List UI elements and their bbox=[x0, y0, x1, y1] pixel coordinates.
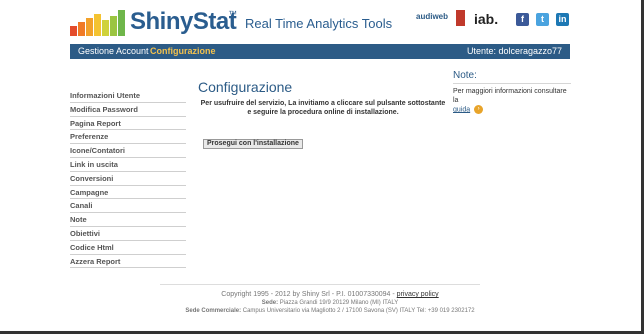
logo-bar bbox=[70, 26, 77, 36]
footer-copyright-line: Copyright 1995 - 2012 by Shiny Srl - P.I… bbox=[150, 290, 510, 299]
sidebar-item-informazioni-utente[interactable]: Informazioni Utente bbox=[70, 89, 186, 103]
guide-link[interactable]: guida bbox=[453, 106, 470, 113]
tagline: Real Time Analytics Tools bbox=[245, 16, 393, 31]
sidebar-item-codice-html[interactable]: Codice Html bbox=[70, 241, 186, 255]
tab-gestione-account[interactable]: Gestione Account bbox=[78, 45, 149, 58]
proceed-installation-button[interactable]: Prosegui con l'installazione bbox=[203, 139, 303, 149]
copyright-text: Copyright 1995 - 2012 by Shiny Srl - P.I… bbox=[221, 291, 397, 298]
page-title: Configurazione bbox=[198, 79, 293, 95]
commerciale-address: Campus Universitario via Magliotto 2 / 1… bbox=[241, 308, 475, 314]
info-icon[interactable]: › bbox=[474, 105, 484, 114]
sidebar-item-icone-contatori[interactable]: Icone/Contatori bbox=[70, 144, 186, 158]
note-body: Per maggiori informazioni consultare la bbox=[453, 88, 567, 104]
user-label: Utente: dolceragazzo77 bbox=[466, 46, 562, 56]
iab-logo: iab. bbox=[474, 11, 499, 27]
logo-bar bbox=[102, 20, 109, 36]
intro-text: Per usufruire del servizio, La invitiamo… bbox=[198, 99, 448, 117]
logo-bar bbox=[86, 18, 93, 36]
commerciale-label: Sede Commerciale: bbox=[185, 308, 242, 314]
logo-bar bbox=[110, 16, 117, 36]
sidebar-item-link-in-uscita[interactable]: Link in uscita bbox=[70, 158, 186, 172]
sidebar-item-obiettivi[interactable]: Obiettivi bbox=[70, 227, 186, 241]
footer-commerciale-line: Sede Commerciale: Campus Universitario v… bbox=[150, 307, 510, 315]
sidebar-item-pagina-report[interactable]: Pagina Report bbox=[70, 117, 186, 131]
sidebar-item-conversioni[interactable]: Conversioni bbox=[70, 172, 186, 186]
sede-address: Piazza Grandi 19/9 20129 Milano (MI) ITA… bbox=[278, 300, 399, 306]
sidebar: Informazioni Utente Modifica Password Pa… bbox=[70, 89, 186, 269]
audiweb-logo: audiweb bbox=[416, 12, 449, 21]
main-content: Configurazione Per usufruire del servizi… bbox=[198, 79, 448, 149]
sede-label: Sede: bbox=[261, 300, 279, 306]
logo-bars-icon bbox=[70, 10, 126, 36]
footer: Copyright 1995 - 2012 by Shiny Srl - P.I… bbox=[150, 290, 510, 315]
sidebar-item-preferenze[interactable]: Preferenze bbox=[70, 130, 186, 145]
top-navbar: Gestione Account Configurazione Utente: … bbox=[70, 44, 570, 59]
unknown-logo-icon bbox=[456, 10, 465, 26]
logo-bar bbox=[78, 22, 85, 36]
tab-configurazione[interactable]: Configurazione bbox=[150, 45, 216, 58]
intro-line-1: Per usufruire del servizio, La invitiamo… bbox=[200, 100, 446, 107]
page-frame: ShinyStat ™ Real Time Analytics Tools au… bbox=[0, 0, 644, 334]
sidebar-item-note[interactable]: Note bbox=[70, 213, 186, 227]
sidebar-item-campagne[interactable]: Campagne bbox=[70, 186, 186, 200]
trademark-symbol: ™ bbox=[228, 9, 237, 19]
logo-bar bbox=[94, 14, 101, 36]
sidebar-item-modifica-password[interactable]: Modifica Password bbox=[70, 103, 186, 117]
footer-sede-line: Sede: Piazza Grandi 19/9 20129 Milano (M… bbox=[150, 299, 510, 307]
logo-bar bbox=[118, 10, 125, 36]
sidebar-item-canali[interactable]: Canali bbox=[70, 199, 186, 214]
privacy-policy-link[interactable]: privacy policy bbox=[397, 291, 439, 298]
sidebar-item-azzera-report[interactable]: Azzera Report bbox=[70, 255, 186, 269]
note-title: Note: bbox=[453, 70, 571, 84]
footer-divider bbox=[160, 284, 480, 285]
note-panel: Note: Per maggiori informazioni consulta… bbox=[453, 70, 571, 114]
facebook-icon[interactable]: f bbox=[516, 13, 529, 26]
intro-line-2: e seguire la procedura online di install… bbox=[247, 109, 399, 116]
linkedin-icon[interactable]: in bbox=[556, 13, 569, 26]
twitter-icon[interactable]: t bbox=[536, 13, 549, 26]
note-text: Per maggiori informazioni consultare la … bbox=[453, 87, 571, 114]
brand-logo[interactable]: ShinyStat bbox=[130, 8, 237, 36]
